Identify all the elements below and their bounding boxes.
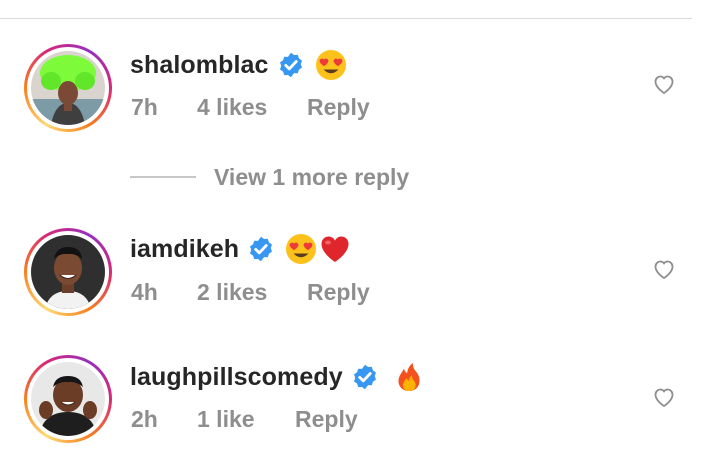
verified-badge-icon	[353, 364, 376, 390]
fire-emoji-icon	[393, 361, 425, 393]
comment-likes[interactable]: 4 likes	[197, 94, 267, 124]
comment-username[interactable]: laughpillscomedy	[130, 363, 343, 392]
comment-likes[interactable]: 2 likes	[197, 279, 267, 309]
comment-username[interactable]: iamdikeh	[130, 235, 239, 264]
view-more-replies-label: View 1 more reply	[214, 163, 410, 190]
heart-eyes-emoji-icon	[285, 233, 317, 265]
reply-button[interactable]: Reply	[307, 279, 370, 309]
comment-likes[interactable]: 1 like	[197, 406, 255, 436]
avatar[interactable]	[24, 44, 112, 132]
comment-time: 4h	[131, 279, 158, 305]
avatar-image	[31, 362, 105, 436]
comment-time: 2h	[131, 406, 158, 432]
like-heart-icon[interactable]	[652, 72, 676, 96]
comment-time: 7h	[131, 94, 158, 120]
like-heart-icon[interactable]	[652, 385, 676, 409]
avatar-image	[31, 235, 105, 309]
reply-button[interactable]: Reply	[295, 406, 358, 436]
verified-badge-icon	[279, 52, 302, 78]
avatar[interactable]	[24, 228, 112, 316]
reply-button[interactable]: Reply	[307, 94, 370, 124]
heart-eyes-emoji-icon	[315, 49, 347, 81]
divider	[130, 176, 196, 178]
verified-badge-icon	[250, 236, 273, 262]
view-more-replies-button[interactable]: View 1 more reply	[130, 160, 409, 194]
top-divider	[0, 18, 692, 19]
red-heart-emoji-icon	[319, 233, 351, 265]
avatar-image	[31, 51, 105, 125]
avatar[interactable]	[24, 355, 112, 443]
like-heart-icon[interactable]	[652, 257, 676, 281]
comment-username[interactable]: shalomblac	[130, 51, 269, 80]
